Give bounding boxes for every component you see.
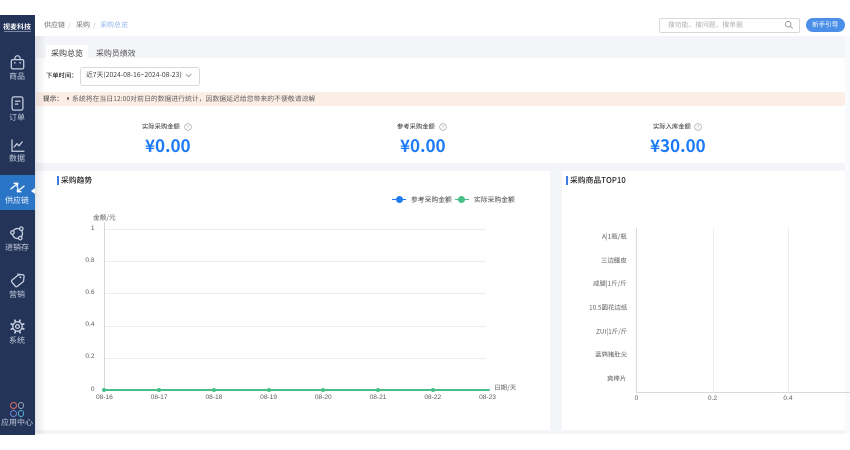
svg-text:?: ? [442, 125, 445, 131]
svg-text:?: ? [187, 125, 190, 131]
svg-text:?: ? [697, 125, 700, 131]
